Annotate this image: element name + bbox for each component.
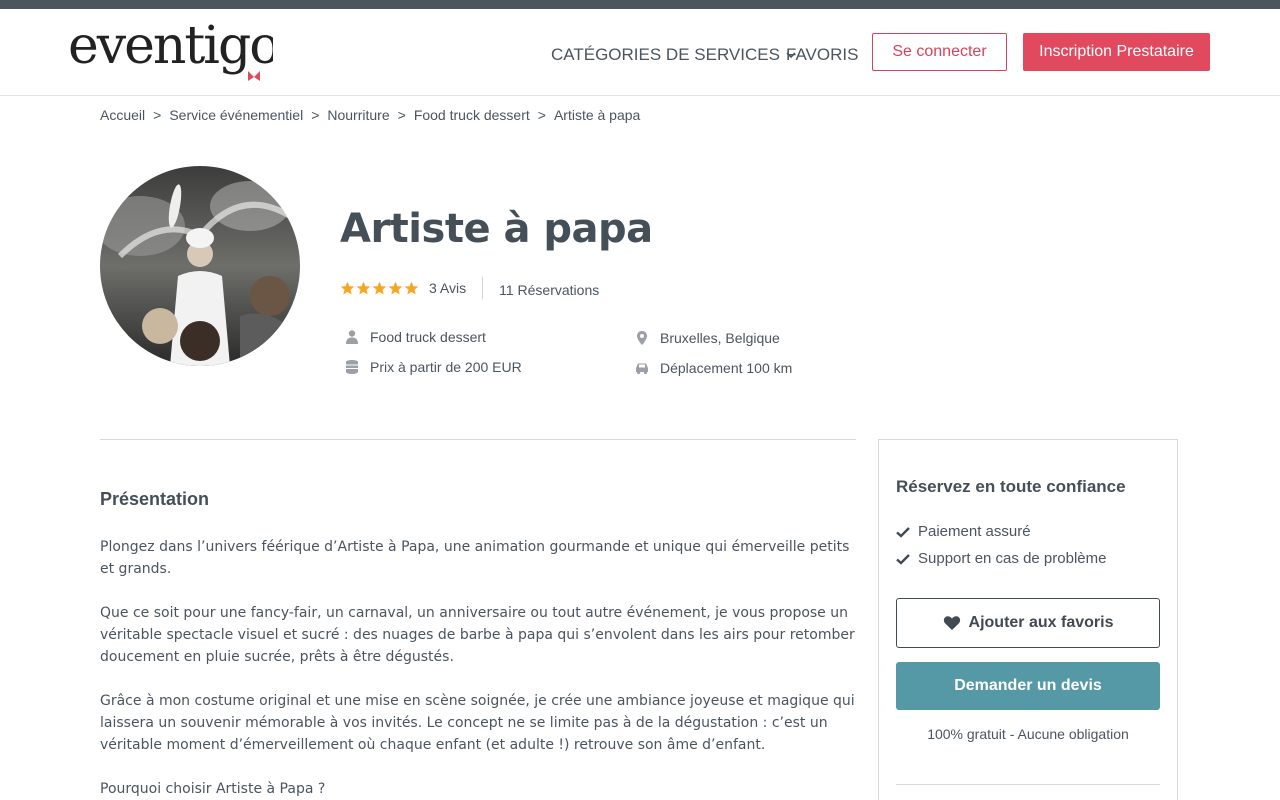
add-to-favorites-button[interactable]: Ajouter aux favoris [896,598,1160,648]
nav-categories-label: CATÉGORIES DE SERVICES [551,45,780,64]
user-icon [346,330,358,344]
map-pin-icon [637,331,647,345]
breadcrumb-foodtruck[interactable]: Food truck dessert [414,107,530,123]
sidebar-title: Réservez en toute confiance [896,477,1126,496]
content-divider [100,439,856,440]
request-quote-button[interactable]: Demander un devis [896,662,1160,710]
star-icon [340,281,355,294]
info-category: Food truck dessert [344,329,486,345]
price-text: Prix à partir de 200 EUR [370,359,522,375]
logo-text: eventigo [68,19,273,76]
star-rating [340,281,419,296]
breadcrumb-current: Artiste à papa [553,107,641,123]
logo[interactable]: eventigo [68,16,281,81]
info-price: Prix à partir de 200 EUR [344,359,522,375]
trust-item-label: Paiement assuré [918,523,1031,540]
breadcrumb-separator: > [153,107,162,123]
info-travel: Déplacement 100 km [634,360,792,376]
trust-item-label: Support en cas de problème [918,550,1107,567]
rating-row: 3 Avis 11 Réservations [340,276,599,300]
breadcrumb: Accueil > Service événementiel > Nourrit… [100,107,640,123]
login-button[interactable]: Se connecter [872,33,1007,71]
category-text: Food truck dessert [370,329,486,345]
star-icon [356,281,371,294]
star-icon [372,281,387,294]
page-title: Artiste à papa [340,206,653,252]
breadcrumb-separator: > [397,107,406,123]
breadcrumb-service[interactable]: Service événementiel [169,107,303,123]
breadcrumb-separator: > [311,107,320,123]
heart-icon [943,616,960,630]
car-icon [636,363,648,375]
coins-icon [346,360,358,374]
provider-signup-button[interactable]: Inscription Prestataire [1023,33,1210,71]
breadcrumb-food[interactable]: Nourriture [327,107,389,123]
free-notice: 100% gratuit - Aucune obligation [927,726,1129,742]
profile-photo [100,166,300,366]
info-location: Bruxelles, Belgique [634,330,780,346]
breadcrumb-home[interactable]: Accueil [100,107,145,123]
breadcrumb-separator: > [537,107,546,123]
top-strip [0,0,1280,9]
booking-sidebar: Réservez en toute confiance Paiement ass… [878,439,1178,800]
location-text: Bruxelles, Belgique [660,330,780,346]
presentation-paragraph: Pourquoi choisir Artiste à Papa ? [100,781,326,797]
reviews-count[interactable]: 3 Avis [429,280,466,296]
presentation-paragraph: Que ce soit pour une fancy-fair, un carn… [100,605,855,665]
star-icon [388,281,403,294]
add-to-favorites-label: Ajouter aux favoris [968,614,1114,631]
reservations-count: 11 Réservations [499,282,600,298]
site-header: eventigo CATÉGORIES DE SERVICES FAVORIS … [0,9,1280,96]
sidebar-divider [896,784,1160,785]
nav-categories[interactable]: CATÉGORIES DE SERVICES [551,45,796,65]
presentation-paragraph: Plongez dans l’univers féérique d’Artist… [100,539,850,577]
eventigo-logo: eventigo [68,16,281,81]
nav-favorites[interactable]: FAVORIS [786,45,858,65]
rating-divider [482,277,484,299]
profile-photo-image [100,166,300,366]
trust-item-payment: Paiement assuré [896,523,1031,540]
check-icon [896,526,910,538]
travel-text: Déplacement 100 km [660,360,793,376]
check-icon [896,553,910,565]
presentation-paragraph: Grâce à mon costume original et une mise… [100,693,855,753]
presentation-heading: Présentation [100,489,210,509]
trust-item-support: Support en cas de problème [896,550,1106,567]
star-icon [404,281,419,294]
